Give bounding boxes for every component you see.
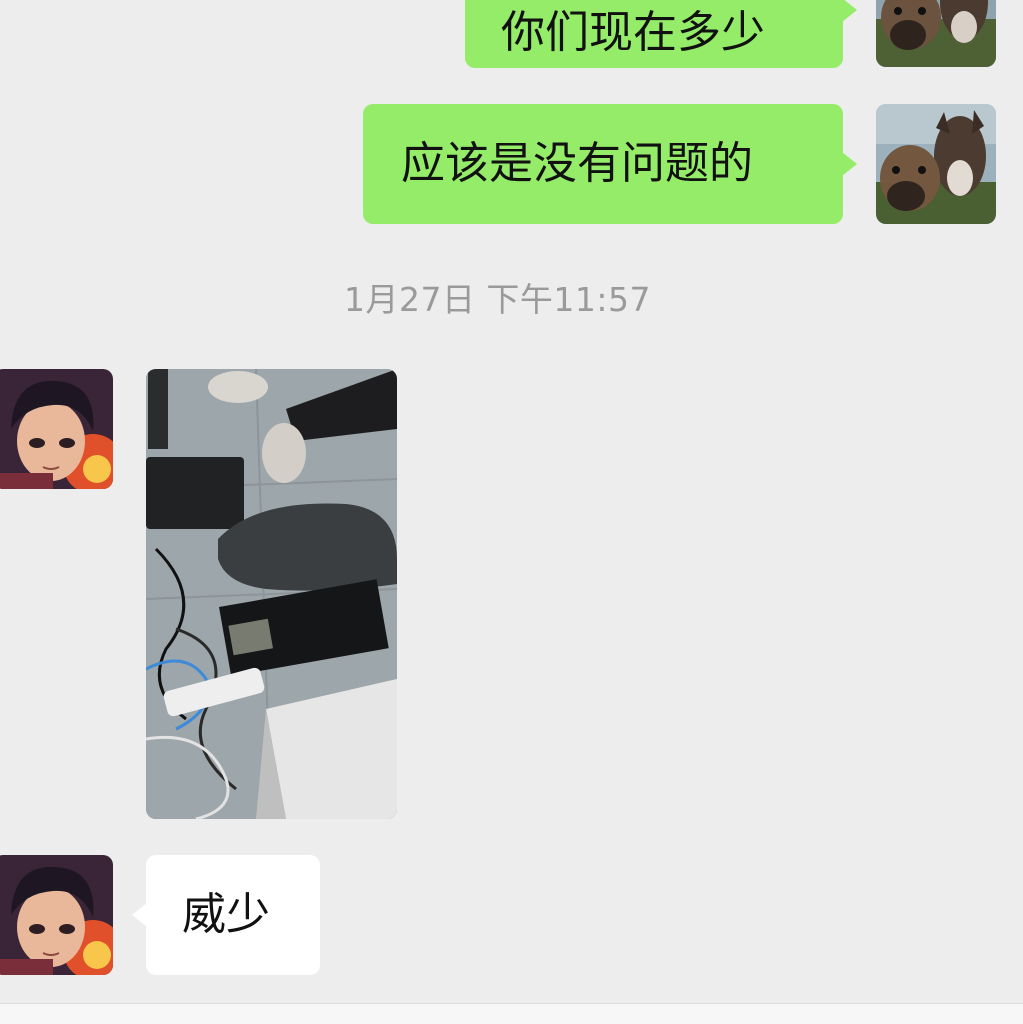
anime-avatar-icon	[0, 855, 113, 975]
input-bar-edge	[0, 1003, 1023, 1024]
photo-computer-setup	[146, 369, 397, 819]
my-avatar[interactable]	[876, 104, 996, 224]
message-text: 威少	[182, 889, 270, 940]
message-bubble-sent[interactable]: 应该是没有问题的	[363, 104, 857, 224]
contact-avatar[interactable]	[0, 369, 113, 489]
message-text: 应该是没有问题的	[401, 138, 753, 189]
message-bubble-received[interactable]: 威少	[132, 855, 320, 975]
message-timestamp: 1月27日 下午11:57	[343, 280, 652, 319]
donkey-avatar-icon	[876, 0, 996, 67]
my-avatar[interactable]	[876, 0, 996, 67]
message-image[interactable]	[146, 369, 397, 819]
chat-message-list[interactable]: 你们现在多少 应该是没有问题的 1月27日 下午11:57 威少	[0, 0, 1023, 1003]
donkey-avatar-icon	[876, 104, 996, 224]
message-bubble-sent[interactable]: 你们现在多少	[465, 0, 857, 68]
anime-avatar-icon	[0, 369, 113, 489]
message-text: 你们现在多少	[501, 7, 765, 58]
contact-avatar[interactable]	[0, 855, 113, 975]
